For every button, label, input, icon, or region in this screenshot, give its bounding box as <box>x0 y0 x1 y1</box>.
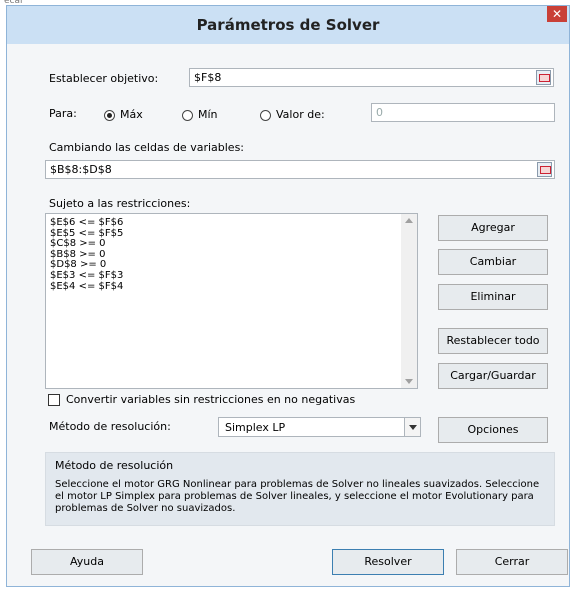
radio-value-of[interactable] <box>260 110 271 121</box>
nonneg-label: Convertir variables sin restricciones en… <box>66 393 356 406</box>
radio-max[interactable] <box>104 110 115 121</box>
scroll-down-icon[interactable] <box>405 379 413 384</box>
method-info-text: Seleccione el motor GRG Nonlinear para p… <box>55 479 540 514</box>
objective-field[interactable]: $F$8 <box>189 68 554 87</box>
list-item[interactable]: $E$3 <= $F$3 <box>46 270 417 282</box>
constraints-label: Sujeto a las restricciones: <box>49 197 191 210</box>
chevron-down-icon[interactable] <box>404 418 420 436</box>
radio-min-label: Mín <box>198 108 218 121</box>
list-item[interactable]: $E$6 <= $F$6 <box>46 217 417 229</box>
to-label: Para: <box>49 107 77 120</box>
title-bar[interactable]: Parámetros de Solver ✕ <box>7 6 569 44</box>
method-info-title: Método de resolución <box>55 459 174 472</box>
nonneg-checkbox[interactable] <box>48 394 60 406</box>
options-button[interactable]: Opciones <box>438 417 548 443</box>
range-picker-icon[interactable] <box>537 162 552 177</box>
method-info-group: Método de resolución Seleccione el motor… <box>45 452 555 526</box>
variables-field[interactable]: $B$8:$D$8 <box>45 160 555 179</box>
scroll-up-icon[interactable] <box>405 218 413 223</box>
reset-all-button[interactable]: Restablecer todo <box>438 328 548 354</box>
solve-button[interactable]: Resolver <box>332 549 444 575</box>
dialog-title: Parámetros de Solver <box>196 16 380 34</box>
value-of-field[interactable]: 0 <box>371 103 555 122</box>
radio-max-label: Máx <box>120 108 143 121</box>
value-of-text: 0 <box>376 106 383 119</box>
method-select[interactable]: Simplex LP <box>218 417 421 437</box>
range-picker-icon[interactable] <box>536 70 551 85</box>
delete-button[interactable]: Eliminar <box>438 284 548 310</box>
method-selected-value: Simplex LP <box>225 421 286 434</box>
solver-dialog: Parámetros de Solver ✕ Establecer objeti… <box>6 5 570 587</box>
constraints-list[interactable]: $E$6 <= $F$6 $E$5 <= $F$5 $C$8 >= 0 $B$8… <box>45 213 418 389</box>
load-save-button[interactable]: Cargar/Guardar <box>438 363 548 389</box>
radio-value-of-label: Valor de: <box>276 108 325 121</box>
objective-value: $F$8 <box>194 71 222 84</box>
method-label: Método de resolución: <box>49 420 171 433</box>
list-item[interactable]: $E$4 <= $F$4 <box>46 281 417 293</box>
close-icon[interactable]: ✕ <box>547 6 567 22</box>
variables-value: $B$8:$D$8 <box>50 163 112 176</box>
add-button[interactable]: Agregar <box>438 215 548 241</box>
variables-label: Cambiando las celdas de variables: <box>49 141 245 154</box>
change-button[interactable]: Cambiar <box>438 249 548 275</box>
radio-min[interactable] <box>182 110 193 121</box>
help-button[interactable]: Ayuda <box>31 549 143 575</box>
objective-label: Establecer objetivo: <box>49 72 159 85</box>
constraints-scrollbar[interactable] <box>401 214 417 388</box>
close-button[interactable]: Cerrar <box>456 549 568 575</box>
